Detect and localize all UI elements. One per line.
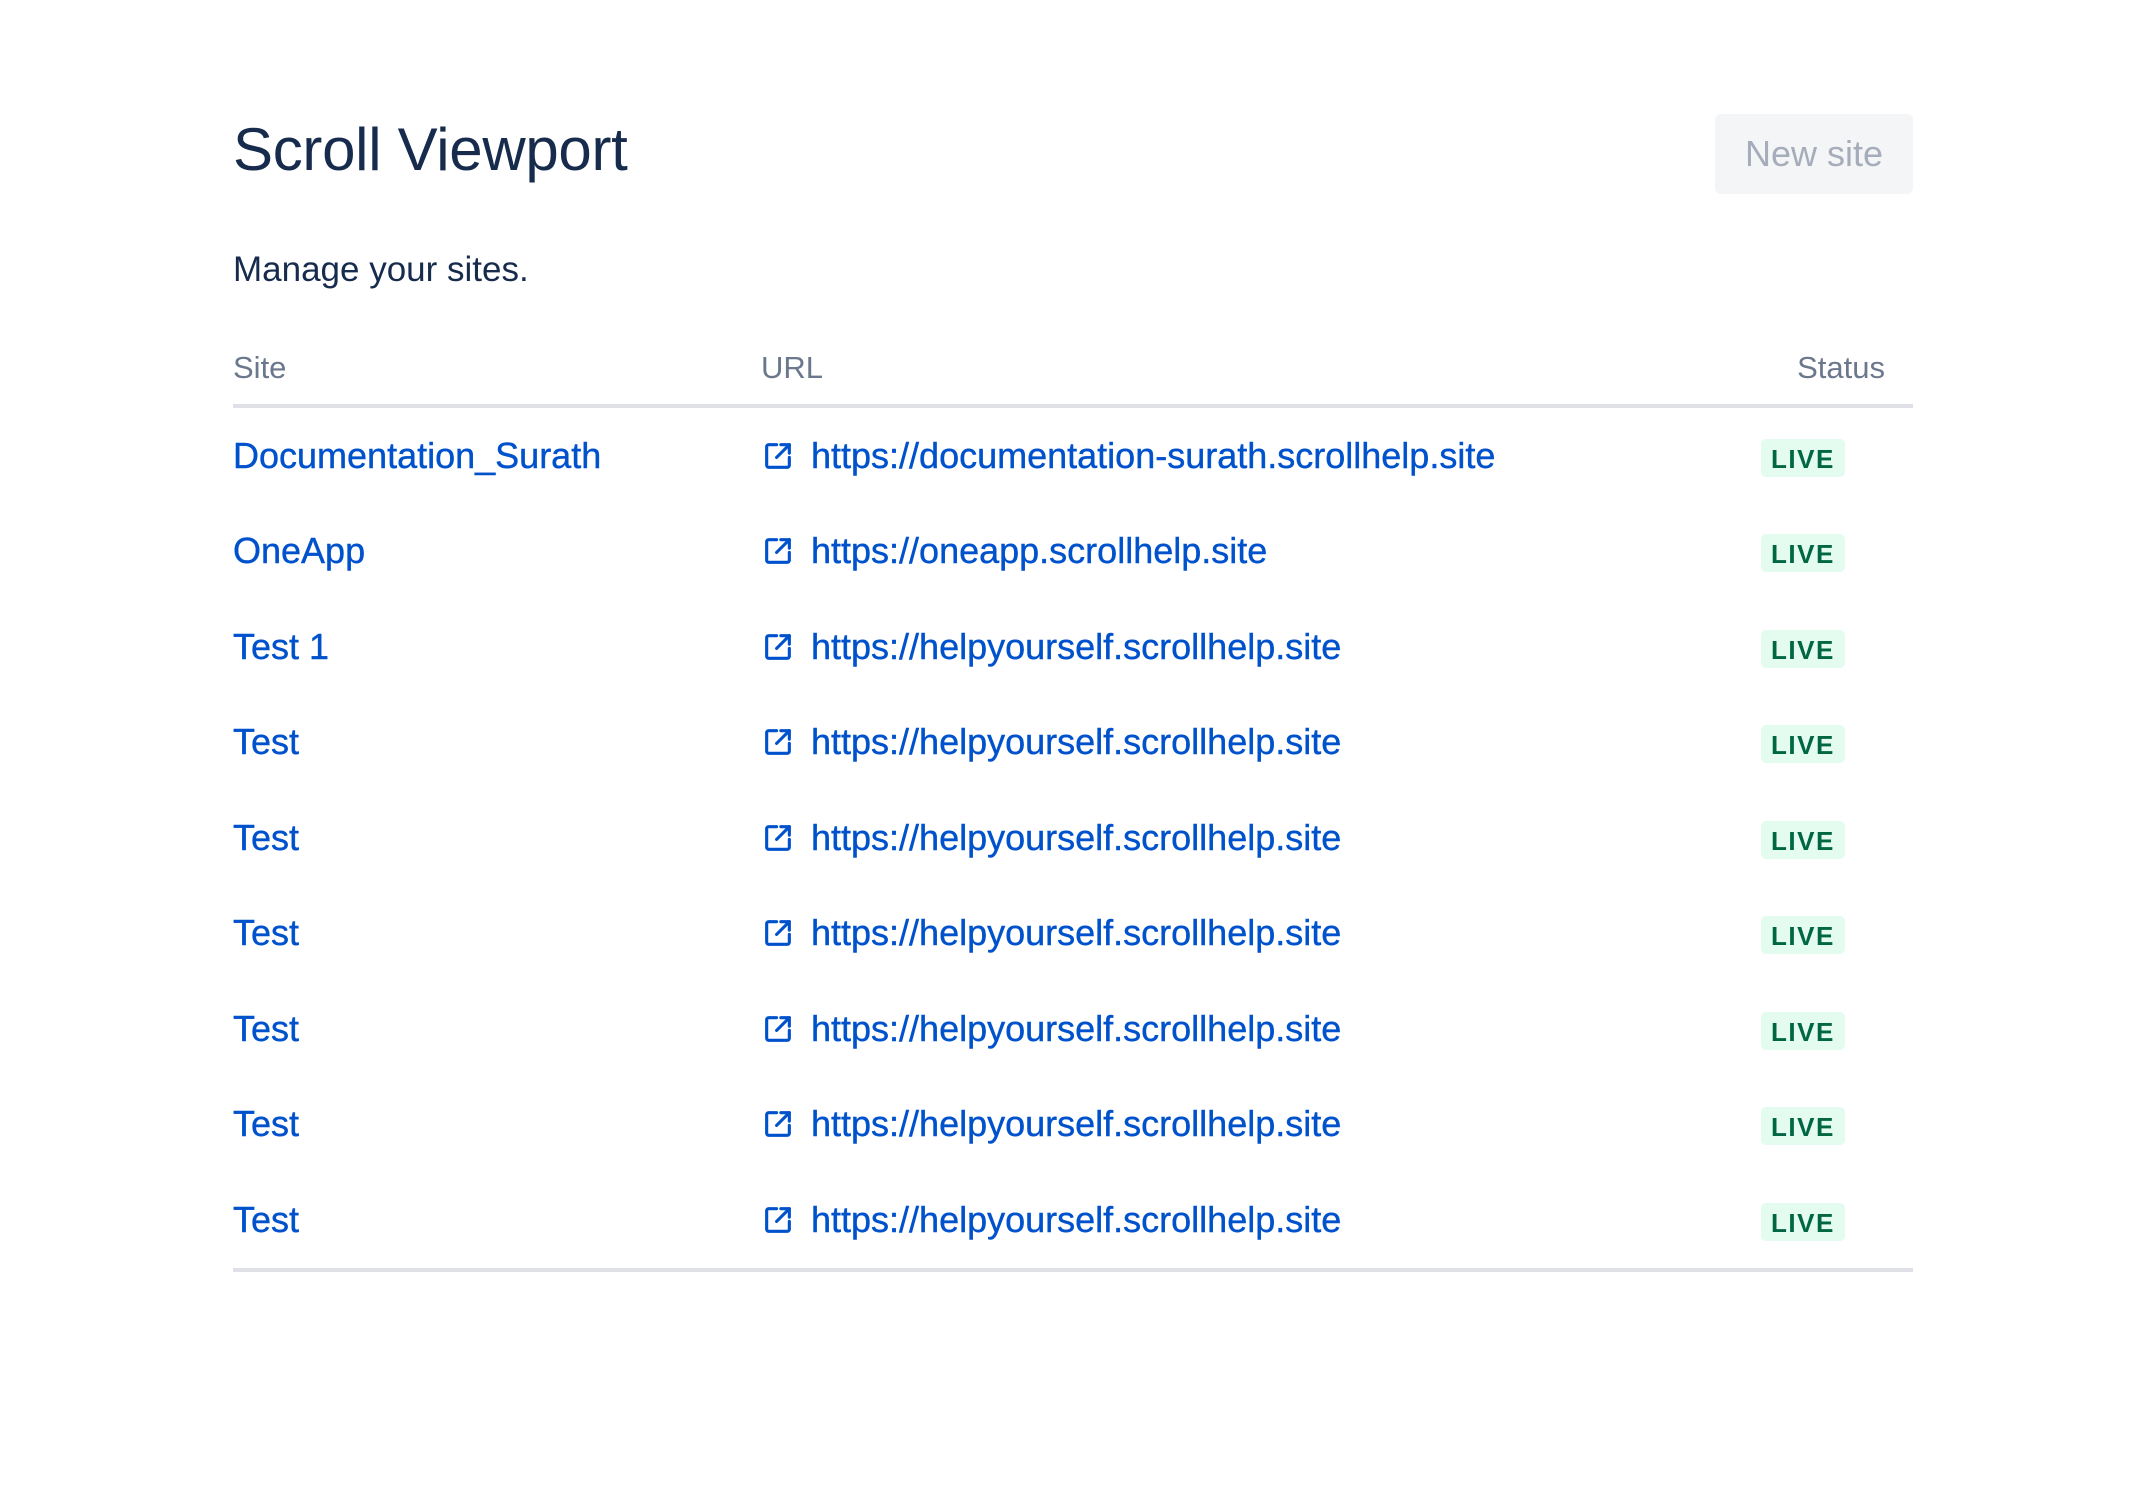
url-cell: https://documentation-surath.scrollhelp.…: [761, 406, 1761, 504]
site-name-link[interactable]: Test: [233, 1199, 299, 1240]
new-site-button[interactable]: New site: [1714, 114, 1913, 194]
table-row: Test https://helpyourself.scrollhelp.sit…: [233, 886, 1913, 982]
external-link-icon[interactable]: [761, 1203, 795, 1237]
site-name-link[interactable]: Test: [233, 912, 299, 953]
url-cell: https://helpyourself.scrollhelp.site: [761, 1172, 1761, 1272]
status-badge: LIVE: [1761, 629, 1845, 668]
site-url-link[interactable]: https://helpyourself.scrollhelp.site: [811, 817, 1342, 859]
external-link-icon[interactable]: [761, 630, 795, 664]
url-cell: https://helpyourself.scrollhelp.site: [761, 981, 1761, 1077]
table-header-row: Site URL Status: [233, 350, 1913, 408]
table-row: Test https://helpyourself.scrollhelp.sit…: [233, 790, 1913, 886]
site-cell: Test: [233, 695, 761, 791]
url-cell: https://oneapp.scrollhelp.site: [761, 504, 1761, 600]
status-badge: LIVE: [1761, 534, 1845, 573]
site-cell: Test: [233, 1077, 761, 1173]
site-url-link[interactable]: https://helpyourself.scrollhelp.site: [811, 1008, 1342, 1050]
table-row: Test https://helpyourself.scrollhelp.sit…: [233, 695, 1913, 791]
site-url-link[interactable]: https://helpyourself.scrollhelp.site: [811, 1103, 1342, 1145]
status-cell: LIVE: [1761, 790, 1913, 886]
external-link-icon[interactable]: [761, 1107, 795, 1141]
url-cell-content: https://helpyourself.scrollhelp.site: [761, 912, 1761, 954]
site-url-link[interactable]: https://helpyourself.scrollhelp.site: [811, 1199, 1342, 1241]
url-cell-content: https://oneapp.scrollhelp.site: [761, 530, 1761, 572]
external-link-icon[interactable]: [761, 916, 795, 950]
url-cell-content: https://documentation-surath.scrollhelp.…: [761, 435, 1761, 477]
table-row: Test https://helpyourself.scrollhelp.sit…: [233, 1172, 1913, 1272]
status-cell: LIVE: [1761, 981, 1913, 1077]
site-url-link[interactable]: https://documentation-surath.scrollhelp.…: [811, 435, 1496, 477]
status-cell: LIVE: [1761, 504, 1913, 600]
site-cell: Test: [233, 981, 761, 1077]
status-cell: LIVE: [1761, 406, 1913, 504]
column-header-url[interactable]: URL: [761, 350, 1761, 408]
table-row: Documentation_Surath https://documentati…: [233, 406, 1913, 504]
external-link-icon[interactable]: [761, 439, 795, 473]
site-name-link[interactable]: Test 1: [233, 626, 329, 667]
url-cell-content: https://helpyourself.scrollhelp.site: [761, 721, 1761, 763]
status-cell: LIVE: [1761, 1172, 1913, 1272]
status-badge: LIVE: [1761, 1107, 1845, 1146]
url-cell: https://helpyourself.scrollhelp.site: [761, 599, 1761, 695]
status-badge: LIVE: [1761, 820, 1845, 859]
table-row: Test https://helpyourself.scrollhelp.sit…: [233, 1077, 1913, 1173]
status-badge: LIVE: [1761, 1011, 1845, 1050]
url-cell-content: https://helpyourself.scrollhelp.site: [761, 1103, 1761, 1145]
url-cell-content: https://helpyourself.scrollhelp.site: [761, 817, 1761, 859]
status-badge: LIVE: [1761, 438, 1845, 477]
url-cell-content: https://helpyourself.scrollhelp.site: [761, 1008, 1761, 1050]
column-header-status[interactable]: Status: [1761, 350, 1913, 408]
site-cell: Documentation_Surath: [233, 406, 761, 504]
url-cell: https://helpyourself.scrollhelp.site: [761, 1077, 1761, 1173]
status-badge: LIVE: [1761, 1202, 1845, 1241]
site-url-link[interactable]: https://oneapp.scrollhelp.site: [811, 530, 1268, 572]
site-cell: OneApp: [233, 504, 761, 600]
site-url-link[interactable]: https://helpyourself.scrollhelp.site: [811, 626, 1342, 668]
site-name-link[interactable]: Documentation_Surath: [233, 435, 602, 476]
table-row: Test 1 https://helpyourself.scrollhelp.s…: [233, 599, 1913, 695]
column-header-site[interactable]: Site: [233, 350, 761, 408]
status-cell: LIVE: [1761, 599, 1913, 695]
site-url-link[interactable]: https://helpyourself.scrollhelp.site: [811, 912, 1342, 954]
url-cell: https://helpyourself.scrollhelp.site: [761, 886, 1761, 982]
site-cell: Test: [233, 1172, 761, 1272]
url-cell-content: https://helpyourself.scrollhelp.site: [761, 626, 1761, 668]
sites-table-body: Documentation_Surath https://documentati…: [233, 406, 1913, 1272]
site-cell: Test: [233, 886, 761, 982]
site-name-link[interactable]: Test: [233, 1008, 299, 1049]
status-badge: LIVE: [1761, 916, 1845, 955]
status-cell: LIVE: [1761, 1077, 1913, 1173]
status-cell: LIVE: [1761, 695, 1913, 791]
site-cell: Test: [233, 790, 761, 886]
page-subtitle: Manage your sites.: [233, 250, 529, 289]
site-url-link[interactable]: https://helpyourself.scrollhelp.site: [811, 721, 1342, 763]
table-row: Test https://helpyourself.scrollhelp.sit…: [233, 981, 1913, 1077]
site-name-link[interactable]: OneApp: [233, 530, 366, 571]
status-badge: LIVE: [1761, 725, 1845, 764]
site-name-link[interactable]: Test: [233, 1103, 299, 1144]
url-cell-content: https://helpyourself.scrollhelp.site: [761, 1199, 1761, 1241]
status-cell: LIVE: [1761, 886, 1913, 982]
page-title: Scroll Viewport: [233, 116, 628, 183]
external-link-icon[interactable]: [761, 1012, 795, 1046]
site-cell: Test 1: [233, 599, 761, 695]
site-name-link[interactable]: Test: [233, 721, 299, 762]
page-header: Scroll Viewport New site: [233, 112, 1913, 212]
table-row: OneApp https://oneapp.scrollhelp.site LI…: [233, 504, 1913, 600]
site-name-link[interactable]: Test: [233, 817, 299, 858]
external-link-icon[interactable]: [761, 534, 795, 568]
url-cell: https://helpyourself.scrollhelp.site: [761, 695, 1761, 791]
url-cell: https://helpyourself.scrollhelp.site: [761, 790, 1761, 886]
sites-table: Site URL Status Documentation_Surath htt…: [233, 350, 1913, 1272]
external-link-icon[interactable]: [761, 725, 795, 759]
external-link-icon[interactable]: [761, 821, 795, 855]
